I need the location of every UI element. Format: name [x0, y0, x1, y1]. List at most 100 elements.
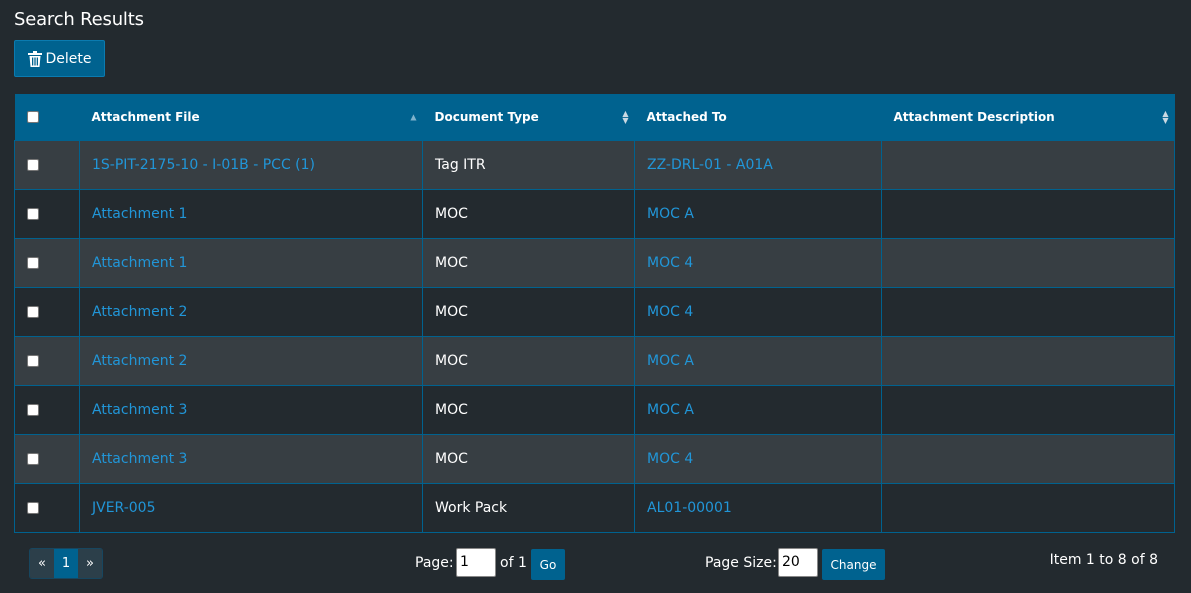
- page-size-input[interactable]: 20: [778, 548, 818, 577]
- table-row: Attachment 2 MOC MOC A: [14, 335, 1175, 386]
- attachment-file-cell: Attachment 2: [79, 286, 423, 337]
- row-select-cell: [14, 482, 80, 533]
- attached-to-cell: MOC A: [634, 384, 882, 435]
- attached-to-link[interactable]: MOC 4: [647, 255, 693, 271]
- current-page-button[interactable]: 1: [54, 549, 78, 578]
- next-page-button[interactable]: »: [78, 549, 102, 578]
- document-type-cell: MOC: [422, 384, 635, 435]
- attachment-file-link[interactable]: Attachment 1: [92, 255, 187, 271]
- attachment-description-cell: [881, 433, 1175, 484]
- document-type-cell: MOC: [422, 433, 635, 484]
- attached-to-cell: MOC A: [634, 188, 882, 239]
- row-checkbox[interactable]: [27, 207, 39, 220]
- attached-to-cell: MOC A: [634, 335, 882, 386]
- document-type-cell: MOC: [422, 335, 635, 386]
- page-title: Search Results: [14, 9, 144, 30]
- column-header-label: Attachment Description: [893, 109, 1055, 124]
- attached-to-link[interactable]: MOC A: [647, 402, 694, 418]
- attachment-file-cell: Attachment 1: [79, 188, 423, 239]
- row-select-cell: [14, 286, 80, 337]
- attached-to-cell: MOC 4: [634, 433, 882, 484]
- select-all-checkbox[interactable]: [26, 111, 39, 124]
- prev-page-button[interactable]: «: [30, 549, 54, 578]
- attachment-file-cell: JVER-005: [79, 482, 423, 533]
- document-type-cell: Work Pack: [422, 482, 635, 533]
- row-checkbox[interactable]: [27, 158, 39, 171]
- row-select-cell: [14, 384, 80, 435]
- row-select-cell: [14, 139, 80, 190]
- column-header-attached-to[interactable]: Attached To: [634, 94, 882, 140]
- go-button[interactable]: Go: [531, 549, 565, 580]
- attachment-file-cell: Attachment 2: [79, 335, 423, 386]
- attachment-file-cell: 1S-PIT-2175-10 - I-01B - PCC (1): [79, 139, 423, 190]
- sort-asc-icon: ▲: [410, 112, 417, 122]
- sort-both-icon: ▲ ▼: [622, 108, 629, 125]
- item-count: Item 1 to 8 of 8: [1049, 552, 1158, 568]
- row-checkbox[interactable]: [27, 403, 39, 416]
- attached-to-cell: MOC 4: [634, 237, 882, 288]
- page-label: Page:: [415, 555, 454, 571]
- attachment-description-cell: [881, 237, 1175, 288]
- column-header-label: Attached To: [646, 109, 727, 124]
- pagination: « 1 »: [29, 548, 103, 579]
- document-type-cell: MOC: [422, 286, 635, 337]
- attached-to-link[interactable]: AL01-00001: [647, 500, 732, 516]
- attached-to-link[interactable]: MOC 4: [647, 304, 693, 320]
- page-number-input[interactable]: 1: [456, 548, 496, 577]
- attachment-description-cell: [881, 482, 1175, 533]
- attachment-description-cell: [881, 384, 1175, 435]
- sort-both-icon: ▲ ▼: [1162, 108, 1169, 125]
- column-header-label: Document Type: [434, 109, 539, 124]
- attached-to-link[interactable]: MOC A: [647, 206, 694, 222]
- attached-to-link[interactable]: MOC A: [647, 353, 694, 369]
- row-checkbox[interactable]: [27, 452, 39, 465]
- page-size-label: Page Size:: [705, 555, 777, 571]
- row-checkbox[interactable]: [27, 305, 39, 318]
- attached-to-link[interactable]: ZZ-DRL-01 - A01A: [647, 157, 773, 173]
- column-header-attachment-description[interactable]: Attachment Description ▲ ▼: [881, 94, 1175, 140]
- attached-to-cell: AL01-00001: [634, 482, 882, 533]
- attachment-file-link[interactable]: Attachment 1: [92, 206, 187, 222]
- table-row: Attachment 3 MOC MOC A: [14, 384, 1175, 435]
- attachment-file-cell: Attachment 1: [79, 237, 423, 288]
- table-row: Attachment 3 MOC MOC 4: [14, 433, 1175, 484]
- page-count-label: of 1: [500, 555, 527, 571]
- attachment-file-link[interactable]: 1S-PIT-2175-10 - I-01B - PCC (1): [92, 157, 315, 173]
- attachment-description-cell: [881, 188, 1175, 239]
- row-select-cell: [14, 433, 80, 484]
- select-all-cell: [14, 94, 80, 140]
- attachment-file-link[interactable]: JVER-005: [92, 500, 156, 516]
- row-select-cell: [14, 188, 80, 239]
- attached-to-link[interactable]: MOC 4: [647, 451, 693, 467]
- row-select-cell: [14, 335, 80, 386]
- row-checkbox[interactable]: [27, 354, 39, 367]
- attachment-file-cell: Attachment 3: [79, 433, 423, 484]
- table-row: Attachment 1 MOC MOC A: [14, 188, 1175, 239]
- table-row: Attachment 2 MOC MOC 4: [14, 286, 1175, 337]
- column-header-document-type[interactable]: Document Type ▲ ▼: [422, 94, 635, 140]
- column-header-attachment-file[interactable]: Attachment File ▲: [79, 94, 423, 140]
- attachment-description-cell: [881, 139, 1175, 190]
- table-row: 1S-PIT-2175-10 - I-01B - PCC (1) Tag ITR…: [14, 139, 1175, 190]
- row-checkbox[interactable]: [27, 256, 39, 269]
- attachment-description-cell: [881, 286, 1175, 337]
- delete-button[interactable]: Delete: [14, 40, 105, 77]
- document-type-cell: Tag ITR: [422, 139, 635, 190]
- row-select-cell: [14, 237, 80, 288]
- trash-icon: [27, 50, 42, 67]
- document-type-cell: MOC: [422, 188, 635, 239]
- table-header-row: Attachment File ▲ Document Type ▲ ▼ Attac…: [14, 94, 1175, 140]
- attachment-file-link[interactable]: Attachment 3: [92, 402, 187, 418]
- attachment-file-link[interactable]: Attachment 3: [92, 451, 187, 467]
- table-row: JVER-005 Work Pack AL01-00001: [14, 482, 1175, 533]
- attached-to-cell: MOC 4: [634, 286, 882, 337]
- attachment-file-cell: Attachment 3: [79, 384, 423, 435]
- attachment-file-link[interactable]: Attachment 2: [92, 304, 187, 320]
- row-checkbox[interactable]: [27, 501, 39, 514]
- attachment-description-cell: [881, 335, 1175, 386]
- table-row: Attachment 1 MOC MOC 4: [14, 237, 1175, 288]
- delete-button-label: Delete: [45, 50, 92, 67]
- results-table: Attachment File ▲ Document Type ▲ ▼ Attac…: [14, 94, 1175, 533]
- attachment-file-link[interactable]: Attachment 2: [92, 353, 187, 369]
- change-page-size-button[interactable]: Change: [822, 549, 885, 580]
